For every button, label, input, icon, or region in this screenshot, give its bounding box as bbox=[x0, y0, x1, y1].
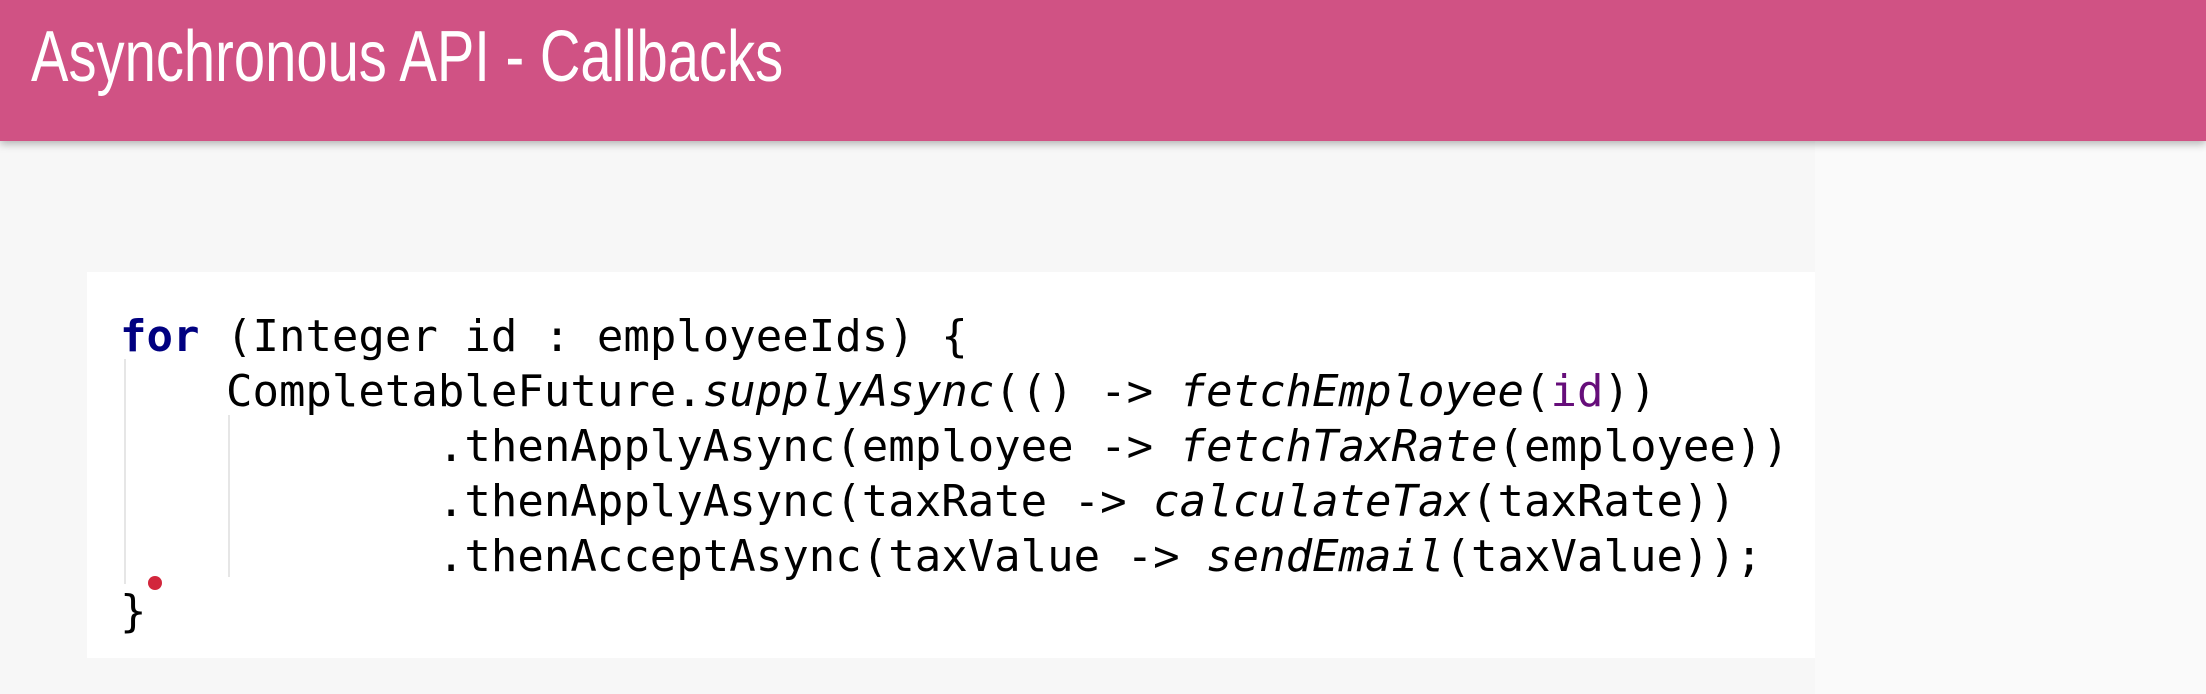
code-line: } bbox=[120, 584, 1789, 639]
code-text: for (Integer id : employeeIds) { Complet… bbox=[120, 309, 1789, 639]
code-token: (taxValue)); bbox=[1444, 531, 1763, 582]
code-method: fetchEmployee bbox=[1179, 366, 1525, 417]
slide-header: Asynchronous API - Callbacks bbox=[0, 0, 2206, 141]
code-token: (() -> bbox=[994, 366, 1180, 417]
slide-title: Asynchronous API - Callbacks bbox=[31, 17, 784, 97]
code-token: (employee)) bbox=[1497, 421, 1789, 472]
code-token: (taxRate)) bbox=[1471, 476, 1736, 527]
code-token: )) bbox=[1603, 366, 1657, 417]
code-variable: id bbox=[1550, 366, 1604, 417]
code-method: fetchTaxRate bbox=[1179, 421, 1498, 472]
code-token: CompletableFuture. bbox=[120, 366, 703, 417]
code-method: calculateTax bbox=[1153, 476, 1472, 527]
code-token: ( bbox=[1524, 366, 1551, 417]
code-method: sendEmail bbox=[1206, 531, 1445, 582]
code-token: .thenAcceptAsync(taxValue -> bbox=[120, 531, 1207, 582]
background-panel bbox=[1815, 141, 2206, 694]
breakpoint-dot-icon bbox=[148, 576, 162, 590]
code-token: .thenApplyAsync(employee -> bbox=[120, 421, 1180, 472]
code-line: .thenApplyAsync(employee -> fetchTaxRate… bbox=[120, 419, 1789, 474]
code-line: CompletableFuture.supplyAsync(() -> fetc… bbox=[120, 364, 1789, 419]
code-token: .thenApplyAsync(taxRate -> bbox=[120, 476, 1154, 527]
code-line: .thenAcceptAsync(taxValue -> sendEmail(t… bbox=[120, 529, 1789, 584]
code-line: for (Integer id : employeeIds) { bbox=[120, 309, 1789, 364]
code-line: .thenApplyAsync(taxRate -> calculateTax(… bbox=[120, 474, 1789, 529]
code-block: for (Integer id : employeeIds) { Complet… bbox=[87, 272, 1815, 658]
code-token: } bbox=[120, 586, 147, 637]
code-token: (Integer id : employeeIds) { bbox=[199, 311, 968, 362]
code-keyword: for bbox=[120, 311, 200, 362]
code-method: supplyAsync bbox=[702, 366, 995, 417]
